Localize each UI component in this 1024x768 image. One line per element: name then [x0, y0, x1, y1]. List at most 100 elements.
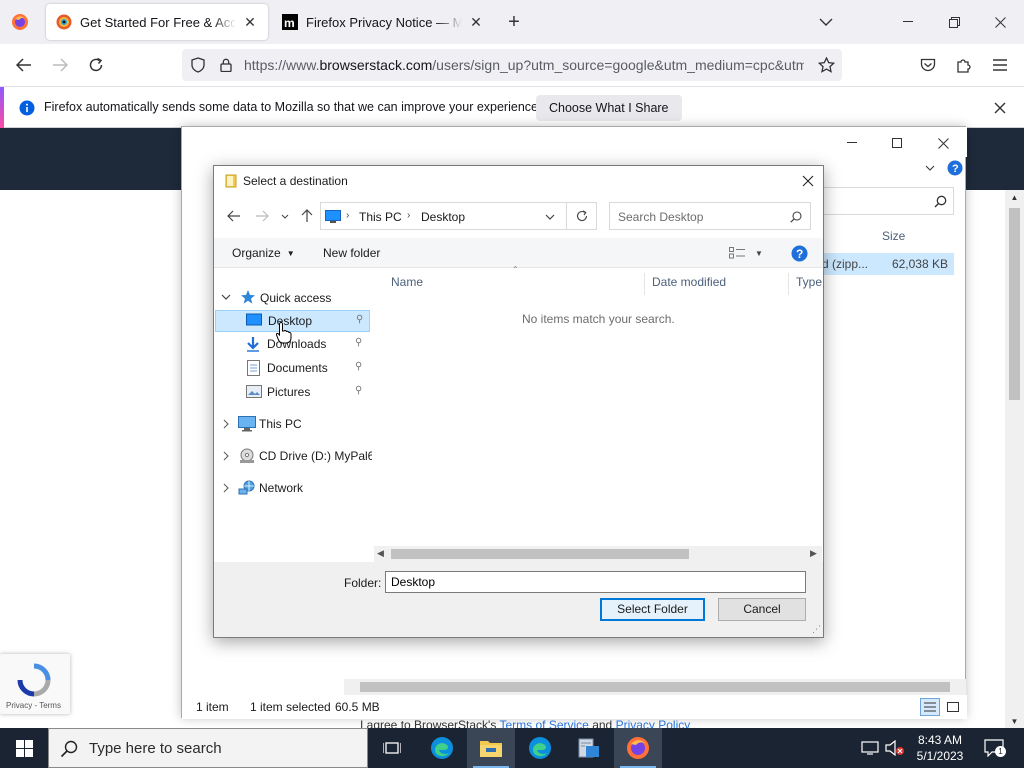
save-window-search-icon[interactable] — [930, 191, 950, 211]
page-scroll-down-icon[interactable]: ▼ — [1005, 714, 1024, 728]
resize-grip-icon[interactable]: ⋰ — [812, 624, 821, 635]
file-explorer-icon[interactable] — [467, 728, 515, 768]
address-dropdown-icon[interactable] — [542, 209, 558, 225]
view-options-dropdown-icon[interactable]: ▼ — [752, 244, 766, 262]
dialog-back-icon[interactable] — [224, 206, 244, 226]
expand-chevron-icon[interactable] — [221, 418, 231, 432]
firefox-taskbar-icon[interactable] — [614, 728, 662, 768]
large-icons-view-icon[interactable] — [943, 698, 963, 716]
help-icon[interactable]: ? — [790, 244, 808, 262]
recaptcha-badge[interactable]: Privacy - Terms — [0, 654, 70, 714]
expand-collapse-icon[interactable] — [221, 291, 231, 305]
dialog-forward-icon[interactable] — [252, 206, 272, 226]
back-icon[interactable] — [12, 53, 36, 77]
action-center-icon[interactable]: 1 — [982, 737, 1006, 759]
scroll-right-icon[interactable]: ▶ — [810, 548, 817, 559]
column-separator[interactable] — [788, 273, 789, 295]
nav-documents[interactable]: Documents ⚲ — [215, 358, 370, 380]
close-window-icon[interactable] — [988, 10, 1012, 34]
bookmark-star-icon[interactable] — [814, 53, 838, 77]
tab-close-icon[interactable]: ✕ — [242, 14, 258, 31]
url-bar[interactable]: https://www.browserstack.com/users/sign_… — [182, 49, 842, 81]
breadcrumb-separator-icon[interactable]: › — [407, 210, 410, 221]
size-column-header[interactable]: Size — [882, 229, 905, 243]
recaptcha-links[interactable]: Privacy - Terms — [6, 701, 61, 710]
save-window-expand-icon[interactable] — [922, 159, 938, 177]
new-tab-icon[interactable]: + — [502, 10, 526, 34]
details-view-icon[interactable] — [920, 698, 940, 716]
save-window-help-icon[interactable]: ? — [946, 159, 964, 177]
forward-icon[interactable] — [48, 53, 72, 77]
column-type[interactable]: Type — [796, 275, 822, 289]
tracking-protection-shield-icon[interactable] — [188, 55, 208, 75]
nav-this-pc[interactable]: This PC — [215, 414, 370, 436]
nav-network[interactable]: Network — [215, 478, 370, 500]
save-window-hscroll-thumb[interactable] — [360, 682, 950, 692]
lock-icon[interactable] — [216, 55, 236, 75]
system-clock[interactable]: 8:43 AM 5/1/2023 — [910, 732, 970, 764]
expand-chevron-icon[interactable] — [221, 450, 231, 464]
breadcrumb-separator-icon[interactable]: › — [346, 210, 349, 221]
recent-locations-icon[interactable] — [277, 206, 293, 226]
breadcrumb-this-pc[interactable]: This PC — [359, 210, 402, 224]
nav-cd-drive[interactable]: CD Drive (D:) MyPal6 — [215, 446, 372, 468]
up-folder-icon[interactable] — [297, 206, 317, 226]
save-window-close-icon[interactable] — [933, 133, 953, 153]
firefox-logo-icon[interactable] — [8, 10, 32, 34]
search-icon[interactable] — [788, 209, 804, 225]
nav-desktop[interactable]: Desktop ⚲ — [215, 310, 370, 332]
select-folder-button[interactable]: Select Folder — [600, 598, 705, 621]
address-bar[interactable]: › This PC › Desktop — [320, 202, 597, 230]
new-folder-button[interactable]: New folder — [323, 246, 380, 260]
list-all-tabs-icon[interactable] — [814, 10, 838, 34]
file-list[interactable]: ⌃ Name Date modified Type No items match… — [374, 265, 823, 559]
hamburger-menu-icon[interactable] — [988, 53, 1012, 77]
nav-downloads[interactable]: Downloads ⚲ — [215, 334, 370, 356]
reload-icon[interactable] — [84, 53, 108, 77]
organize-button[interactable]: Organize ▼ — [232, 246, 295, 260]
tab-close-icon[interactable]: ✕ — [468, 14, 484, 31]
page-scroll-thumb[interactable] — [1009, 208, 1020, 400]
save-window-maximize-icon[interactable] — [887, 133, 907, 153]
extensions-puzzle-icon[interactable] — [952, 53, 976, 77]
folder-input[interactable] — [385, 571, 806, 593]
choose-what-i-share-button[interactable]: Choose What I Share — [536, 95, 682, 121]
column-name[interactable]: Name — [391, 275, 423, 289]
empty-message: No items match your search. — [522, 312, 675, 326]
file-list-hscrollbar[interactable]: ◀ ▶ — [374, 546, 822, 562]
edge-browser-icon[interactable] — [418, 728, 466, 768]
change-view-icon[interactable] — [728, 244, 746, 262]
restore-icon[interactable] — [942, 10, 966, 34]
hand-cursor-icon — [275, 321, 292, 347]
scroll-left-icon[interactable]: ◀ — [377, 548, 384, 559]
task-view-icon[interactable] — [368, 728, 416, 768]
search-desktop-box[interactable]: Search Desktop — [609, 202, 811, 230]
cancel-button[interactable]: Cancel — [718, 598, 806, 621]
save-window-minimize-icon[interactable] — [842, 133, 862, 153]
nav-pictures[interactable]: Pictures ⚲ — [215, 382, 370, 404]
pocket-icon[interactable] — [916, 53, 940, 77]
breadcrumb-desktop[interactable]: Desktop — [421, 210, 465, 224]
page-scroll-up-icon[interactable]: ▲ — [1005, 190, 1024, 204]
refresh-button[interactable] — [566, 202, 597, 230]
edge-browser-2-icon[interactable] — [516, 728, 564, 768]
windows-start-icon[interactable] — [0, 728, 48, 768]
column-separator[interactable] — [644, 273, 645, 295]
tab-firefox-privacy[interactable]: m Firefox Privacy Notice — Mozilla ✕ — [272, 4, 494, 40]
nav-quick-access[interactable]: Quick access — [214, 286, 370, 308]
selected-file-row[interactable]: d (zipp... 62,038 KB — [814, 253, 954, 275]
expand-chevron-icon[interactable] — [221, 482, 231, 496]
command-bar: Organize ▼ New folder ▼ ? — [214, 238, 823, 268]
network-tray-icon[interactable] — [860, 738, 880, 758]
dialog-close-icon[interactable] — [798, 171, 818, 191]
notification-close-icon[interactable] — [988, 96, 1012, 120]
save-window-hscrollbar[interactable] — [344, 679, 966, 695]
minimize-icon[interactable] — [896, 10, 920, 34]
taskbar-search-box[interactable]: Type here to search — [48, 728, 368, 768]
tab-browserstack[interactable]: Get Started For Free & Access 3000+ ✕ — [46, 4, 268, 40]
hscroll-thumb[interactable] — [391, 549, 689, 559]
column-date-modified[interactable]: Date modified — [652, 275, 726, 289]
server-manager-icon[interactable] — [565, 728, 613, 768]
url-text[interactable]: https://www.browserstack.com/users/sign_… — [244, 57, 804, 73]
volume-muted-icon[interactable] — [884, 738, 906, 758]
